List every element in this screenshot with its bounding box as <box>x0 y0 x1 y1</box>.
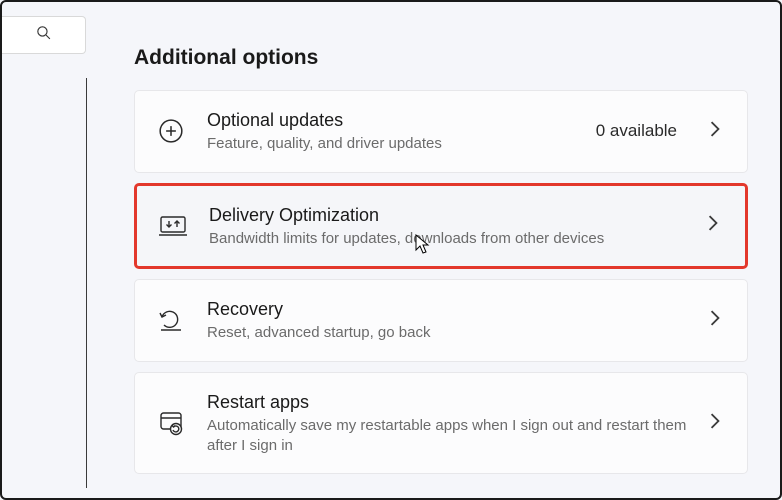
chevron-right-icon <box>709 121 725 142</box>
recovery-icon <box>157 306 185 334</box>
delivery-optimization-row[interactable]: Delivery Optimization Bandwidth limits f… <box>134 183 748 270</box>
card-title: Delivery Optimization <box>209 203 685 227</box>
vertical-divider <box>86 78 87 488</box>
restart-apps-icon <box>157 409 185 437</box>
plus-circle-icon <box>157 117 185 145</box>
recovery-row[interactable]: Recovery Reset, advanced startup, go bac… <box>134 279 748 362</box>
optional-updates-row[interactable]: Optional updates Feature, quality, and d… <box>134 90 748 173</box>
search-icon <box>35 24 52 46</box>
search-button[interactable] <box>2 16 86 54</box>
chevron-right-icon <box>709 310 725 331</box>
card-title: Optional updates <box>207 108 574 132</box>
card-subtitle: Reset, advanced startup, go back <box>207 323 687 343</box>
card-subtitle: Automatically save my restartable apps w… <box>207 416 687 457</box>
section-title: Additional options <box>134 46 748 70</box>
card-subtitle: Feature, quality, and driver updates <box>207 134 574 154</box>
card-title: Restart apps <box>207 390 687 414</box>
chevron-right-icon <box>709 413 725 434</box>
available-count: 0 available <box>596 121 677 141</box>
card-title: Recovery <box>207 297 687 321</box>
chevron-right-icon <box>707 215 723 236</box>
delivery-optimization-icon <box>159 212 187 240</box>
card-subtitle: Bandwidth limits for updates, downloads … <box>209 229 685 249</box>
restart-apps-row[interactable]: Restart apps Automatically save my resta… <box>134 372 748 475</box>
